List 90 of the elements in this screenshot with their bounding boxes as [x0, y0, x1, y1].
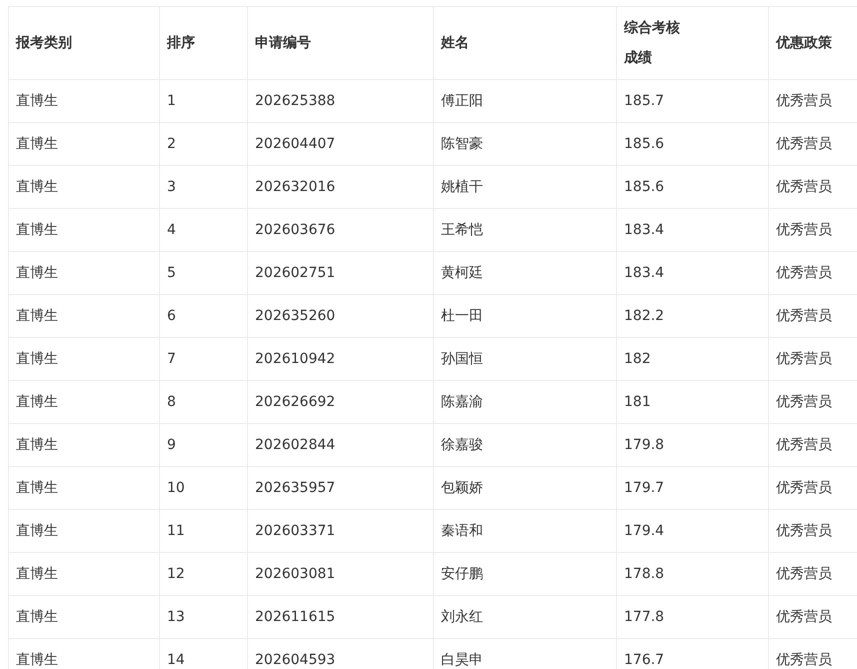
table-cell: 优秀营员 — [776, 652, 832, 668]
table-cell: 直博生 — [16, 308, 58, 324]
table-cell: 优秀营员 — [776, 222, 832, 238]
table-cell: 优秀营员 — [776, 93, 832, 109]
table-cell: 202603371 — [255, 523, 336, 539]
column-header: 优惠政策 — [776, 34, 832, 53]
table-cell: 优秀营员 — [776, 394, 832, 410]
column-header: 排序 — [167, 34, 195, 53]
table-cell: 202632016 — [255, 179, 336, 195]
column-header: 姓名 — [441, 34, 469, 53]
table-cell: 202611615 — [255, 609, 336, 625]
table-cell: 185.6 — [624, 136, 664, 152]
table-cell: 直博生 — [16, 179, 58, 195]
table-cell: 3 — [167, 179, 176, 195]
table-cell: 优秀营员 — [776, 136, 832, 152]
table-cell: 直博生 — [16, 523, 58, 539]
table-cell: 178.8 — [624, 566, 664, 582]
table-cell: 10 — [167, 480, 185, 496]
column-header: 申请编号 — [255, 34, 311, 53]
table-cell: 8 — [167, 394, 176, 410]
table-cell: 5 — [167, 265, 176, 281]
table-cell: 2 — [167, 136, 176, 152]
table-cell: 直博生 — [16, 652, 58, 668]
table-cell: 直博生 — [16, 351, 58, 367]
table-cell: 202604407 — [255, 136, 336, 152]
table-cell: 优秀营员 — [776, 480, 832, 496]
table-cell: 1 — [167, 93, 176, 109]
table-cell: 202635260 — [255, 308, 336, 324]
table-cell: 优秀营员 — [776, 437, 832, 453]
table-cell: 直博生 — [16, 394, 58, 410]
table-cell: 直博生 — [16, 480, 58, 496]
table-cell: 秦语和 — [441, 523, 483, 539]
table-cell: 202603081 — [255, 566, 336, 582]
table-cell: 黄柯廷 — [441, 265, 483, 281]
table-cell: 优秀营员 — [776, 351, 832, 367]
table-cell: 6 — [167, 308, 176, 324]
table-cell: 179.4 — [624, 523, 664, 539]
table-cell: 姚植干 — [441, 179, 483, 195]
table-cell: 孙国恒 — [441, 351, 483, 367]
table-cell: 202635957 — [255, 480, 336, 496]
table-cell: 185.7 — [624, 93, 664, 109]
table-cell: 202602844 — [255, 437, 336, 453]
table-cell: 傅正阳 — [441, 93, 483, 109]
table-cell: 直博生 — [16, 136, 58, 152]
column-header: 报考类别 — [16, 34, 72, 53]
table-cell: 直博生 — [16, 566, 58, 582]
table-cell: 182.2 — [624, 308, 664, 324]
table-cell: 202610942 — [255, 351, 336, 367]
table-cell: 202626692 — [255, 394, 336, 410]
table-cell: 包颖娇 — [441, 480, 483, 496]
table-cell: 杜一田 — [441, 308, 483, 324]
table-cell: 优秀营员 — [776, 523, 832, 539]
table-cell: 202604593 — [255, 652, 336, 668]
table-cell: 安仔鹏 — [441, 566, 483, 582]
table-cell: 7 — [167, 351, 176, 367]
table-cell: 176.7 — [624, 652, 664, 668]
table-cell: 185.6 — [624, 179, 664, 195]
table-cell: 12 — [167, 566, 185, 582]
table-cell: 陈嘉渝 — [441, 394, 483, 410]
table-cell: 陈智豪 — [441, 136, 483, 152]
table-cell: 徐嘉骏 — [441, 437, 483, 453]
table-cell: 优秀营员 — [776, 566, 832, 582]
table-cell: 181 — [624, 394, 651, 410]
table-cell: 优秀营员 — [776, 265, 832, 281]
table-cell: 优秀营员 — [776, 308, 832, 324]
table-cell: 179.8 — [624, 437, 664, 453]
table-cell: 177.8 — [624, 609, 664, 625]
table-cell: 直博生 — [16, 93, 58, 109]
table-cell: 4 — [167, 222, 176, 238]
table-cell: 白昊申 — [441, 652, 483, 668]
table-cell: 直博生 — [16, 265, 58, 281]
column-header: 综合考核成绩 — [624, 19, 681, 68]
table-cell: 王希恺 — [441, 222, 483, 238]
table-cell: 11 — [167, 523, 185, 539]
table-cell: 14 — [167, 652, 185, 668]
table-cell: 优秀营员 — [776, 179, 832, 195]
table-cell: 直博生 — [16, 437, 58, 453]
table-cell: 202603676 — [255, 222, 336, 238]
table-cell: 13 — [167, 609, 185, 625]
table-cell: 优秀营员 — [776, 609, 832, 625]
table-cell: 179.7 — [624, 480, 664, 496]
table-cell: 刘永红 — [441, 609, 483, 625]
table-cell: 202602751 — [255, 265, 336, 281]
table-cell: 直博生 — [16, 222, 58, 238]
table-cell: 183.4 — [624, 222, 664, 238]
table-cell: 9 — [167, 437, 176, 453]
table-cell: 202625388 — [255, 93, 336, 109]
table-cell: 182 — [624, 351, 651, 367]
table-cell: 直博生 — [16, 609, 58, 625]
table-cell: 183.4 — [624, 265, 664, 281]
